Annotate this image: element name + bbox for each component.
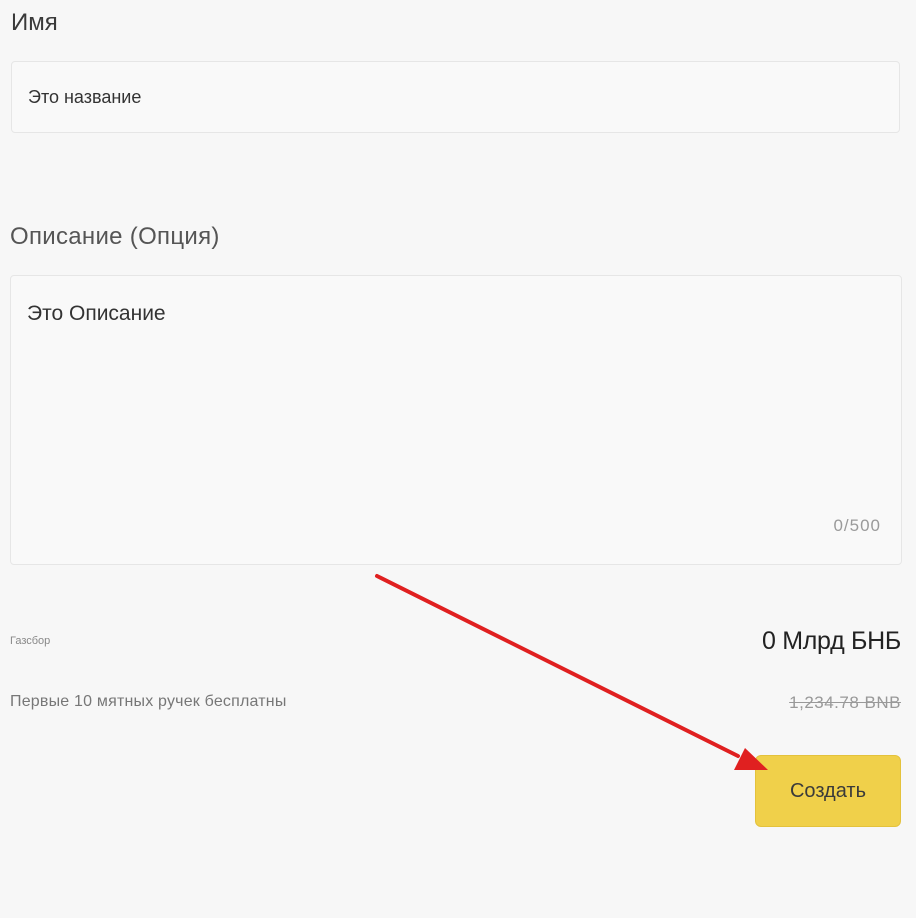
gas-fee-value: 0 Млрд БНБ <box>762 627 901 655</box>
free-mint-note: Первые 10 мятных ручек бесплатны <box>10 693 287 710</box>
name-label: Имя <box>11 9 58 36</box>
description-textarea[interactable]: Это Описание 0/500 <box>10 275 902 565</box>
create-form-page: Имя Это название Описание (Опция) Это Оп… <box>0 0 916 918</box>
description-textarea-value: Это Описание <box>27 302 166 325</box>
description-char-counter: 0/500 <box>833 516 881 535</box>
name-input-value: Это название <box>28 86 142 107</box>
gas-fee-label: Газсбор <box>10 635 51 647</box>
name-input[interactable]: Это название <box>11 61 900 133</box>
arrow-shaft <box>375 574 740 758</box>
create-button[interactable]: Создать <box>755 755 901 827</box>
old-price-strikethrough: 1,234.78 BNB <box>789 693 901 712</box>
description-label: Описание (Опция) <box>10 223 220 250</box>
